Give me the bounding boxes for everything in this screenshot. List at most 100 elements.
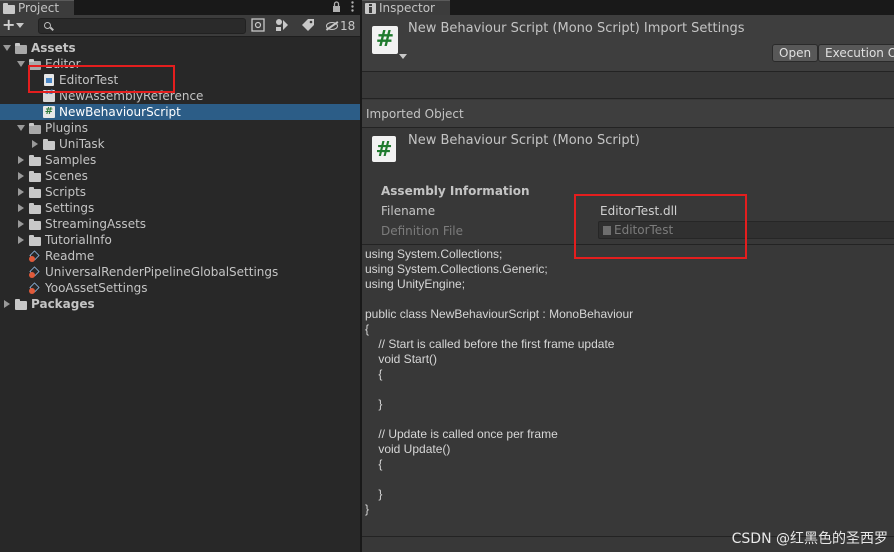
tree-item[interactable]: Assets xyxy=(0,40,360,56)
imported-object-header: # New Behaviour Script (Mono Script) xyxy=(362,128,894,176)
tree-item-label: Plugins xyxy=(45,121,88,135)
tab-inspector[interactable]: Inspector xyxy=(362,0,450,15)
chevron-right-icon[interactable] xyxy=(18,236,24,244)
search-icon xyxy=(44,22,51,29)
search-input[interactable] xyxy=(57,19,242,33)
scriptable-object-icon xyxy=(29,282,41,294)
hidden-packages-toggle[interactable]: 18 xyxy=(326,18,355,34)
tree-item-label: EditorTest xyxy=(59,73,119,87)
inspector-header: # New Behaviour Script (Mono Script) Imp… xyxy=(362,15,894,72)
definition-file-label: Definition File xyxy=(381,224,464,238)
definition-file-value: EditorTest xyxy=(614,223,674,237)
inspector-panel: Inspector # New Behaviour Script (Mono S… xyxy=(362,0,894,552)
tree-item-label: YooAssetSettings xyxy=(45,281,148,295)
folder-icon xyxy=(15,43,27,54)
folder-icon xyxy=(29,123,41,134)
chevron-right-icon[interactable] xyxy=(18,156,24,164)
tree-item[interactable]: Packages xyxy=(0,296,360,312)
chevron-down-icon[interactable] xyxy=(17,61,25,67)
tab-project[interactable]: Project xyxy=(0,0,74,15)
chevron-down-icon[interactable] xyxy=(16,23,24,28)
tree-item-label: Packages xyxy=(31,297,95,311)
tree-item-label: UniTask xyxy=(59,137,105,151)
folder-icon xyxy=(29,155,41,166)
chevron-right-icon[interactable] xyxy=(18,188,24,196)
assembly-information-section: Assembly Information Filename EditorTest… xyxy=(362,176,894,244)
tree-item-label: Samples xyxy=(45,153,97,167)
tree-item-label: NewAssemblyReference xyxy=(59,89,204,103)
folder-icon xyxy=(43,139,55,150)
definition-file-field[interactable]: EditorTest xyxy=(598,221,894,239)
hidden-count: 18 xyxy=(340,19,356,33)
folder-icon xyxy=(29,187,41,198)
tree-item-label: TutorialInfo xyxy=(45,233,112,247)
tree-item-label: UniversalRenderPipelineGlobalSettings xyxy=(45,265,279,279)
search-field[interactable] xyxy=(38,18,246,34)
chevron-right-icon[interactable] xyxy=(32,140,38,148)
chevron-right-icon[interactable] xyxy=(4,300,10,308)
inspector-tab-bar: Inspector xyxy=(362,0,894,15)
script-preview: using System.Collections; using System.C… xyxy=(362,244,894,536)
scriptable-object-icon xyxy=(29,250,41,262)
chevron-down-icon[interactable] xyxy=(3,45,11,51)
csharp-script-icon: # xyxy=(43,106,55,118)
watermark: CSDN @红黑色的圣西罗 xyxy=(731,531,888,547)
filter-by-label-icon[interactable] xyxy=(300,18,316,34)
chevron-down-icon[interactable] xyxy=(399,54,407,59)
scriptable-object-icon xyxy=(29,266,41,278)
tree-item-label: Settings xyxy=(45,201,95,215)
filter-by-type-icon[interactable] xyxy=(274,18,290,34)
tab-project-label: Project xyxy=(18,1,60,15)
tree-item[interactable]: # NewBehaviourScript xyxy=(0,104,360,120)
tree-item[interactable]: YooAssetSettings xyxy=(0,280,360,296)
project-tab-bar: Project xyxy=(0,0,360,15)
tree-item[interactable]: UniversalRenderPipelineGlobalSettings xyxy=(0,264,360,280)
create-plus-button[interactable]: + xyxy=(2,17,15,33)
chevron-right-icon[interactable] xyxy=(18,204,24,212)
tree-item[interactable]: TutorialInfo xyxy=(0,232,360,248)
tree-item[interactable]: Scripts xyxy=(0,184,360,200)
tree-item[interactable]: Plugins xyxy=(0,120,360,136)
tree-item[interactable]: Readme xyxy=(0,248,360,264)
tree-item-label: Assets xyxy=(31,41,76,55)
search-by-type-icon[interactable] xyxy=(250,18,266,34)
open-button[interactable]: Open xyxy=(772,44,819,62)
script-source: using System.Collections; using System.C… xyxy=(365,247,634,516)
lock-icon[interactable] xyxy=(332,0,341,15)
tree-item[interactable]: Scenes xyxy=(0,168,360,184)
header-spacer xyxy=(362,72,894,99)
tree-item[interactable]: StreamingAssets xyxy=(0,216,360,232)
tree-item-label: Readme xyxy=(45,249,95,263)
project-toolbar: + 18 xyxy=(0,15,360,37)
tree-item-label: StreamingAssets xyxy=(45,217,147,231)
project-panel: Project + 18 Assets Editor EditorTest sd… xyxy=(0,0,360,552)
chevron-right-icon[interactable] xyxy=(18,220,24,228)
filename-value: EditorTest.dll xyxy=(600,204,678,218)
tree-item-label: Scripts xyxy=(45,185,87,199)
tree-item-label: Scenes xyxy=(45,169,88,183)
tree-item[interactable]: Editor xyxy=(0,56,360,72)
execution-order-button[interactable]: Execution Or xyxy=(818,44,894,62)
folder-icon xyxy=(29,203,41,214)
folder-icon xyxy=(29,235,41,246)
folder-icon xyxy=(29,59,41,70)
tree-item[interactable]: sd NewAssemblyReference xyxy=(0,88,360,104)
tab-inspector-label: Inspector xyxy=(379,1,435,15)
tree-item[interactable]: UniTask xyxy=(0,136,360,152)
folder-icon xyxy=(3,2,15,14)
tree-item-label: NewBehaviourScript xyxy=(59,105,181,119)
assembly-definition-icon xyxy=(44,74,54,86)
kebab-menu-icon[interactable] xyxy=(351,0,354,15)
filename-label: Filename xyxy=(381,204,436,218)
assembly-definition-icon xyxy=(603,226,611,235)
tree-item[interactable]: EditorTest xyxy=(0,72,360,88)
tree-item[interactable]: Settings xyxy=(0,200,360,216)
chevron-down-icon[interactable] xyxy=(17,125,25,131)
info-icon xyxy=(365,2,376,14)
chevron-right-icon[interactable] xyxy=(18,172,24,180)
imported-object-label: Imported Object xyxy=(366,107,464,121)
csharp-script-icon[interactable]: # xyxy=(372,26,398,54)
tree-item[interactable]: Samples xyxy=(0,152,360,168)
imported-object-bar: Imported Object xyxy=(362,100,894,128)
tree-item-label: Editor xyxy=(45,57,81,71)
